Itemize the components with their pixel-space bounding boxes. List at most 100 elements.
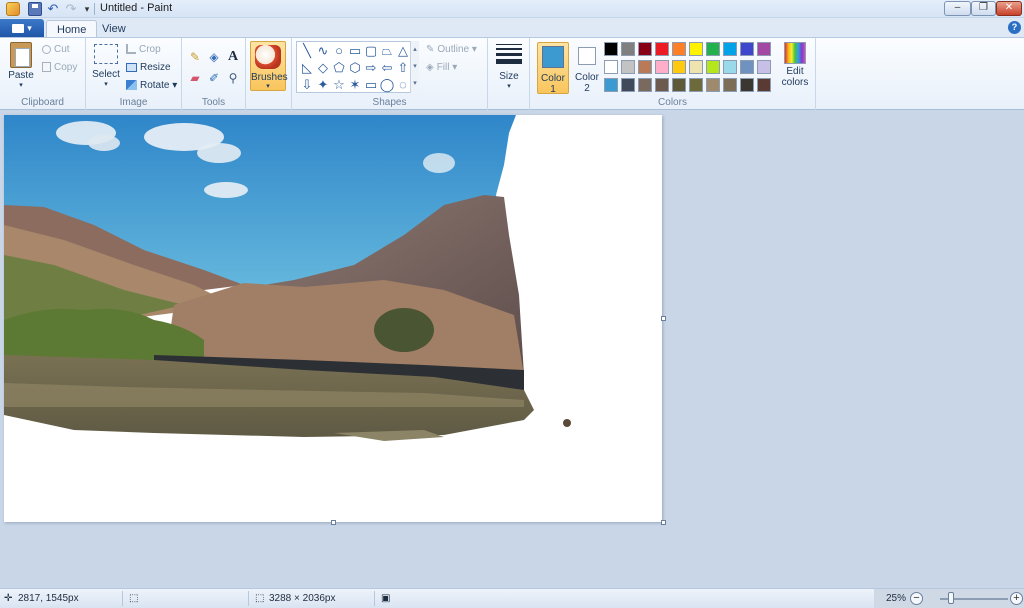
fill-icon: ◈ bbox=[426, 62, 434, 73]
eraser-icon[interactable]: ▰ bbox=[186, 69, 204, 87]
crop-button[interactable]: Crop bbox=[126, 44, 161, 55]
shapes-scrollbar[interactable]: ▴ ▾ ▾ bbox=[410, 41, 419, 93]
fill-button[interactable]: ◈ Fill ▾ bbox=[426, 62, 457, 73]
zoom-slider-thumb[interactable] bbox=[948, 592, 955, 604]
color-picker-icon[interactable]: ✐ bbox=[205, 69, 223, 87]
paint-menu-button[interactable]: ▾ bbox=[0, 19, 44, 37]
shape-item[interactable]: ⇦ bbox=[379, 60, 395, 76]
palette-color-swatch[interactable] bbox=[706, 42, 720, 56]
shape-item[interactable]: ◺ bbox=[299, 60, 315, 76]
paste-button[interactable]: Paste ▾ bbox=[6, 42, 36, 89]
zoom-out-button[interactable]: − bbox=[910, 592, 923, 605]
color2-label: Color 2 bbox=[575, 72, 599, 94]
edit-colors-button[interactable]: Edit colors bbox=[778, 42, 812, 94]
shape-item[interactable]: ◇ bbox=[315, 60, 331, 76]
shape-item[interactable]: ⇧ bbox=[395, 60, 411, 76]
save-icon[interactable] bbox=[28, 2, 42, 16]
shape-item[interactable]: ▢ bbox=[363, 43, 379, 59]
palette-color-swatch[interactable] bbox=[757, 78, 771, 92]
paint-app-icon[interactable] bbox=[6, 2, 20, 16]
canvas-resize-handle-right[interactable] bbox=[661, 316, 666, 321]
palette-color-swatch[interactable] bbox=[740, 42, 754, 56]
palette-color-swatch[interactable] bbox=[638, 78, 652, 92]
color1-button[interactable]: Color 1 bbox=[537, 42, 569, 95]
shape-item[interactable]: ⇨ bbox=[363, 60, 379, 76]
minimize-button[interactable]: – bbox=[944, 1, 971, 16]
palette-color-swatch[interactable] bbox=[672, 78, 686, 92]
shape-item[interactable]: ◯ bbox=[379, 77, 395, 93]
select-label: Select bbox=[92, 69, 120, 80]
cut-button[interactable]: Cut bbox=[42, 44, 70, 55]
palette-color-swatch[interactable] bbox=[604, 60, 618, 74]
select-button[interactable]: Select ▾ bbox=[90, 44, 122, 88]
shape-item[interactable]: ⬠ bbox=[331, 60, 347, 76]
pencil-icon[interactable]: ✎ bbox=[186, 48, 204, 66]
palette-color-swatch[interactable] bbox=[621, 42, 635, 56]
shape-item[interactable]: ◌ bbox=[395, 77, 411, 93]
cursor-position-icon: ✛ bbox=[4, 593, 13, 604]
palette-color-swatch[interactable] bbox=[723, 42, 737, 56]
status-separator bbox=[248, 591, 249, 606]
palette-color-swatch[interactable] bbox=[672, 42, 686, 56]
palette-color-swatch[interactable] bbox=[672, 60, 686, 74]
palette-color-swatch[interactable] bbox=[604, 42, 618, 56]
shape-item[interactable]: ▭ bbox=[363, 77, 379, 93]
close-button[interactable]: ✕ bbox=[996, 1, 1022, 16]
palette-color-swatch[interactable] bbox=[604, 78, 618, 92]
redo-icon[interactable]: ↷ bbox=[64, 2, 78, 16]
palette-color-swatch[interactable] bbox=[689, 42, 703, 56]
shape-item[interactable]: ⬡ bbox=[347, 60, 363, 76]
canvas-resize-handle-corner[interactable] bbox=[661, 520, 666, 525]
shape-item[interactable]: ☆ bbox=[331, 77, 347, 93]
text-tool-icon[interactable]: A bbox=[224, 48, 242, 66]
cut-label: Cut bbox=[54, 44, 70, 55]
palette-color-swatch[interactable] bbox=[638, 42, 652, 56]
palette-color-swatch[interactable] bbox=[740, 60, 754, 74]
resize-button[interactable]: Resize bbox=[126, 62, 171, 73]
canvas-resize-handle-bottom[interactable] bbox=[331, 520, 336, 525]
fill-bucket-icon[interactable]: ◈ bbox=[205, 48, 223, 66]
palette-color-swatch[interactable] bbox=[723, 60, 737, 74]
palette-color-swatch[interactable] bbox=[638, 60, 652, 74]
palette-color-swatch[interactable] bbox=[740, 78, 754, 92]
help-icon[interactable]: ? bbox=[1008, 21, 1021, 34]
color2-button[interactable]: Color 2 bbox=[572, 42, 602, 94]
drawing-canvas[interactable] bbox=[4, 115, 662, 522]
palette-color-swatch[interactable] bbox=[689, 60, 703, 74]
shape-item[interactable]: ✦ bbox=[315, 77, 331, 93]
magnifier-icon[interactable]: ⚲ bbox=[224, 69, 242, 87]
palette-color-swatch[interactable] bbox=[706, 60, 720, 74]
shape-item[interactable]: ∿ bbox=[315, 43, 331, 59]
zoom-in-button[interactable]: + bbox=[1010, 592, 1023, 605]
outline-button[interactable]: ✎ Outline ▾ bbox=[426, 44, 477, 55]
rotate-button[interactable]: Rotate ▾ bbox=[126, 80, 177, 91]
palette-color-swatch[interactable] bbox=[621, 78, 635, 92]
palette-color-swatch[interactable] bbox=[757, 60, 771, 74]
shape-item[interactable]: ○ bbox=[331, 43, 347, 59]
palette-color-swatch[interactable] bbox=[723, 78, 737, 92]
canvas-workspace[interactable] bbox=[0, 110, 1024, 588]
maximize-button[interactable]: ❐ bbox=[971, 1, 996, 16]
copy-button[interactable]: Copy bbox=[42, 62, 77, 73]
palette-color-swatch[interactable] bbox=[621, 60, 635, 74]
shape-item[interactable]: ╲ bbox=[299, 43, 315, 59]
shape-item[interactable]: ▭ bbox=[347, 43, 363, 59]
undo-icon[interactable]: ↶ bbox=[46, 2, 60, 16]
palette-color-swatch[interactable] bbox=[655, 60, 669, 74]
customize-toolbar-dropdown-icon[interactable]: ▾ bbox=[80, 2, 94, 16]
file-size-icon: ▣ bbox=[381, 593, 391, 604]
palette-color-swatch[interactable] bbox=[655, 78, 669, 92]
shape-item[interactable]: ✶ bbox=[347, 77, 363, 93]
rotate-icon bbox=[126, 80, 137, 91]
palette-color-swatch[interactable] bbox=[655, 42, 669, 56]
shape-item[interactable]: ⇩ bbox=[299, 77, 315, 93]
menu-icon bbox=[12, 24, 25, 34]
shape-item[interactable]: △ bbox=[395, 43, 411, 59]
palette-color-swatch[interactable] bbox=[689, 78, 703, 92]
palette-color-swatch[interactable] bbox=[757, 42, 771, 56]
shape-item[interactable]: ⏢ bbox=[379, 43, 395, 59]
palette-color-swatch[interactable] bbox=[706, 78, 720, 92]
fill-label: Fill bbox=[436, 62, 450, 74]
brushes-button[interactable]: Brushes ▾ bbox=[250, 41, 288, 91]
size-button[interactable]: Size ▾ bbox=[488, 38, 530, 94]
